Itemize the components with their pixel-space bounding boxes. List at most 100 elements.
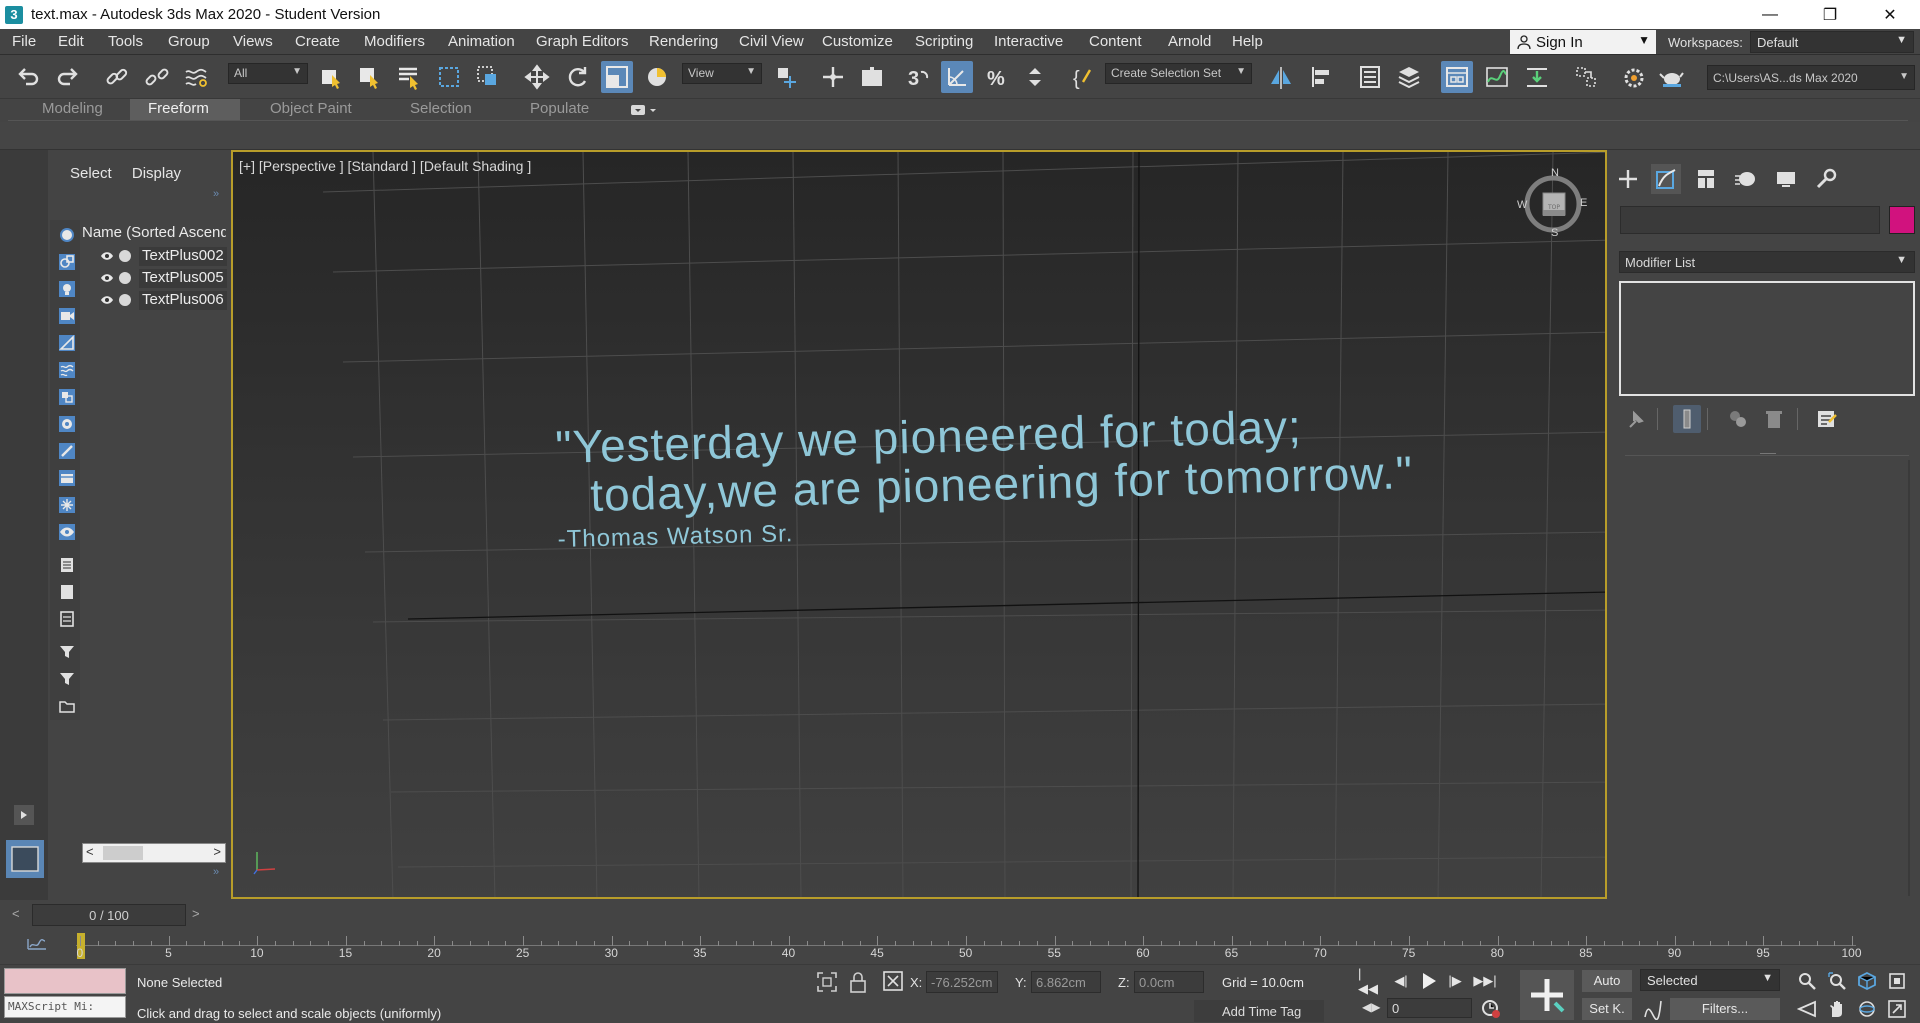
link-button[interactable] [101,61,133,93]
key-filter-select[interactable]: Selected ▼ [1640,969,1780,991]
render-dot-icon[interactable] [119,294,131,306]
filter-space-warps-button[interactable] [57,360,77,380]
filter-geometry-button[interactable] [57,225,77,245]
object-name-field[interactable] [1620,206,1880,234]
menu-civil-view[interactable]: Civil View [739,33,804,50]
pivot-center-button[interactable] [771,61,803,93]
isolate-selection-button[interactable] [815,970,839,994]
unlink-button[interactable] [141,61,173,93]
z-coordinate-field[interactable]: 0.0cm [1134,971,1204,993]
scroll-right-icon[interactable]: > [213,844,221,859]
display-tab[interactable] [1771,164,1801,194]
y-coordinate-field[interactable]: 6.862cm [1031,971,1101,993]
key-tangents-button[interactable] [1642,998,1664,1021]
ribbon-tab-selection[interactable]: Selection [392,99,490,121]
maxscript-mini-listener-input[interactable]: MAXScript Mi: [4,996,126,1018]
selection-filter-select[interactable]: All ▼ [228,63,308,84]
filter-shapes-button[interactable] [57,252,77,272]
explorer-tab-select[interactable]: Select [70,165,112,182]
schematic-view-button[interactable] [1521,61,1553,93]
rectangular-selection-button[interactable] [433,61,465,93]
filter-groups-button[interactable] [57,387,77,407]
filter-toggle-button[interactable] [57,669,77,689]
viewport-layout-button[interactable] [6,840,44,878]
menu-edit[interactable]: Edit [58,33,84,50]
show-end-result-button[interactable] [1673,405,1701,433]
selection-lock-button[interactable] [848,970,868,994]
keyboard-shortcut-override-button[interactable] [856,61,888,93]
zoom-extents-all-button[interactable] [1886,970,1908,992]
filter-containers-button[interactable] [57,468,77,488]
window-crossing-button[interactable] [472,61,504,93]
menu-modifiers[interactable]: Modifiers [364,33,425,50]
render-dot-icon[interactable] [119,250,131,262]
modifier-stack[interactable] [1619,281,1915,396]
add-time-tag-button[interactable]: Add Time Tag [1194,1000,1324,1022]
ribbon-tab-populate[interactable]: Populate [512,99,607,121]
previous-frame-button[interactable]: ◀| [1390,970,1412,992]
percent-snap-button[interactable]: % [981,61,1013,93]
ribbon-tab-modeling[interactable]: Modeling [24,99,121,121]
key-mode-toggle[interactable]: ◀▶ [1362,1000,1382,1018]
menu-customize[interactable]: Customize [822,33,893,50]
angle-snap-button[interactable] [941,61,973,93]
mini-curve-editor-icon[interactable] [26,936,48,952]
explorer-tab-display[interactable]: Display [132,165,181,182]
explorer-item[interactable]: TextPlus002 [82,246,227,266]
menu-views[interactable]: Views [233,33,273,50]
menu-content[interactable]: Content [1089,33,1142,50]
eye-icon[interactable] [100,249,114,263]
move-button[interactable] [521,61,553,93]
command-panel-scrollbar[interactable] [1908,460,1910,896]
material-editor-button[interactable] [1570,61,1602,93]
display-all-button[interactable] [57,555,77,575]
menu-graph-editors[interactable]: Graph Editors [536,33,629,50]
render-dot-icon[interactable] [119,272,131,284]
time-configuration-button[interactable] [1480,998,1502,1020]
pan-view-button[interactable] [1826,998,1848,1020]
filter-lights-button[interactable] [57,279,77,299]
layer-explorer-button[interactable] [1393,61,1425,93]
ribbon-options-button[interactable] [630,103,660,117]
set-key-button[interactable]: Set K. [1582,998,1632,1020]
select-list-button[interactable] [393,61,425,93]
rotate-button[interactable] [561,61,593,93]
filter-selected-button[interactable] [57,642,77,662]
placement-button[interactable] [641,61,673,93]
sort-layer-button[interactable] [57,696,77,716]
go-to-end-button[interactable]: ▶▶| [1473,970,1496,992]
menu-interactive[interactable]: Interactive [994,33,1063,50]
filter-frozen-button[interactable] [57,495,77,515]
redo-button[interactable] [52,61,84,93]
zoom-extents-button[interactable] [1856,970,1878,992]
menu-create[interactable]: Create [295,33,340,50]
explorer-horizontal-scrollbar[interactable]: < > [82,843,226,863]
menu-help[interactable]: Help [1232,33,1263,50]
filter-cameras-button[interactable] [57,306,77,326]
curve-editor-button[interactable] [1481,61,1513,93]
zoom-all-button[interactable] [1826,970,1848,992]
menu-group[interactable]: Group [168,33,210,50]
select-by-name-button[interactable] [353,61,385,93]
select-manipulate-button[interactable] [817,61,849,93]
ribbon-tab-object-paint[interactable]: Object Paint [252,99,370,121]
time-slider-next-icon[interactable]: > [192,906,200,921]
key-filters-button[interactable]: Filters... [1670,998,1780,1020]
time-slider-prev-icon[interactable]: < [12,906,20,921]
expand-left-panel-button[interactable] [14,805,34,825]
go-to-start-button[interactable]: |◀◀ [1358,966,1380,996]
filter-xrefs-button[interactable] [57,414,77,434]
menu-arnold[interactable]: Arnold [1168,33,1211,50]
scroll-left-icon[interactable]: < [86,844,94,859]
play-button[interactable] [1418,970,1440,992]
utilities-tab[interactable] [1811,164,1841,194]
edit-named-selection-button[interactable]: { [1068,61,1100,93]
menu-file[interactable]: File [12,33,36,50]
x-coordinate-field[interactable]: -76.252cm [926,971,998,993]
eye-icon[interactable] [100,271,114,285]
snaps-toggle-button[interactable]: 3 [902,61,934,93]
workspaces-select[interactable]: Default ▼ [1750,31,1914,53]
create-tab[interactable] [1613,164,1643,194]
auto-key-button[interactable]: Auto [1582,970,1632,992]
filter-hidden-button[interactable] [57,522,77,542]
